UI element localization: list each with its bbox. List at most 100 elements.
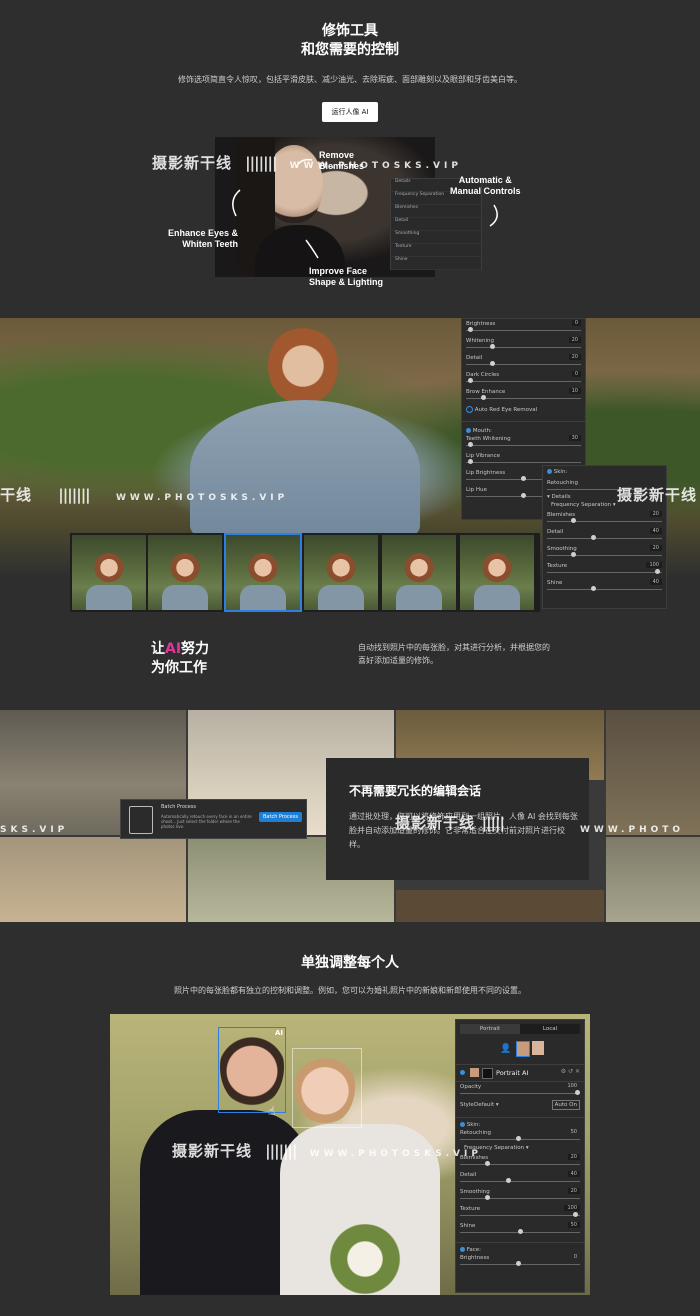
auto-on-button[interactable]: Auto On (551, 1100, 580, 1110)
thumbnail-4[interactable] (304, 535, 378, 610)
section-individual-adjust: 单独调整每个人 照片中的每张脸都有独立的控制和调整。例如，您可以为婚礼照片中的新… (0, 954, 700, 996)
add-person-icon[interactable]: 👤 (500, 1044, 511, 1054)
slider-track[interactable] (547, 589, 662, 590)
slider-value: 30 (568, 435, 581, 441)
slider-row-shine[interactable]: Shine 40 (543, 578, 666, 595)
opacity-row[interactable]: Opacity 100 (456, 1082, 584, 1099)
cursor-hand-icon: ☝ (268, 1104, 276, 1118)
slider-knob[interactable] (506, 1178, 511, 1183)
slider-row-detail[interactable]: Detail 20 (462, 353, 585, 370)
slider-row-smoothing[interactable]: Smoothing 20 (543, 544, 666, 561)
watermark-collage-right: WWW.PHOTO (580, 825, 685, 835)
slider-knob[interactable] (468, 327, 474, 332)
slider-track[interactable] (460, 1181, 580, 1182)
slider-row-texture[interactable]: Texture 100 (456, 1204, 584, 1221)
ai-work-title: 让AI努力 为你工作 (151, 641, 210, 676)
layer-action-icons[interactable]: ⚙ ↺ ✕ (561, 1068, 580, 1075)
slider-row-detail[interactable]: Detail 40 (543, 527, 666, 544)
slider-knob[interactable] (485, 1161, 491, 1166)
face-detection-box-bride[interactable] (292, 1048, 362, 1128)
face-thumb-bride[interactable] (532, 1041, 544, 1055)
slider-row-blemishes[interactable]: Blemishes 20 (543, 510, 666, 527)
slider-row-detail[interactable]: Detail 40 (456, 1170, 584, 1187)
slider-track[interactable] (547, 521, 662, 522)
slider-track[interactable] (466, 445, 581, 446)
slider-row-shine[interactable]: Shine 50 (456, 1221, 584, 1238)
thumbnail-2[interactable] (148, 535, 222, 610)
thumbnail-5[interactable] (382, 535, 456, 610)
slider-knob[interactable] (591, 586, 596, 591)
slider-knob[interactable] (517, 1229, 523, 1234)
slider-knob[interactable] (521, 476, 526, 481)
slider-value: 20 (567, 1154, 580, 1160)
slider-track[interactable] (460, 1198, 580, 1199)
slider-knob[interactable] (485, 1195, 491, 1200)
slider-value: 20 (649, 545, 662, 551)
slider-track[interactable] (547, 572, 662, 573)
slider-knob[interactable] (571, 518, 577, 523)
slider-value: 40 (649, 528, 662, 534)
slider-track[interactable] (466, 330, 581, 331)
slider-knob[interactable] (654, 569, 660, 574)
red-eye-option[interactable]: Auto Red Eye Removal (462, 404, 585, 415)
slider-track[interactable] (466, 347, 581, 348)
watermark-collage: SKS.VIP (0, 825, 69, 835)
watermark-top: 摄影新干线 ||||||| WWW.PHOTOSKS.VIP (152, 154, 462, 172)
slider-knob[interactable] (572, 1212, 578, 1217)
slider-value: 0 (571, 371, 581, 377)
face-brightness-row[interactable]: Brightness 0 (456, 1253, 584, 1270)
slider-track[interactable] (466, 364, 581, 365)
tab-portrait[interactable]: Portrait (460, 1024, 520, 1034)
batch-stack-icon (129, 806, 153, 834)
batch-process-desc: Automatically retouch every face in an e… (161, 814, 252, 829)
face-selector: 👤 (456, 1038, 584, 1064)
ai-badge: AI (274, 1029, 283, 1037)
slider-track[interactable] (547, 555, 662, 556)
watermark-collage-center: 摄影新干线 ||||| (395, 814, 505, 832)
annotation-arrows (232, 158, 498, 259)
slider-knob[interactable] (468, 442, 474, 447)
slider-track[interactable] (466, 381, 581, 382)
slider-value: 20 (567, 1188, 580, 1194)
thumbnail-1[interactable] (72, 535, 146, 610)
style-row: Style Default ▾ Auto On (456, 1099, 584, 1113)
tab-local[interactable]: Local (520, 1024, 580, 1034)
slider-track[interactable] (460, 1215, 580, 1216)
slider-row-texture[interactable]: Texture 100 (543, 561, 666, 578)
batch-process-button[interactable]: Batch Process (259, 812, 302, 822)
slider-value: 0 (571, 320, 581, 326)
slider-knob[interactable] (490, 361, 496, 366)
layer-row[interactable]: Portrait AI ⚙ ↺ ✕ (456, 1064, 584, 1082)
slider-row-dark-circles[interactable]: Dark Circles 0 (462, 370, 585, 387)
style-dropdown[interactable]: Default ▾ (474, 1102, 499, 1108)
thumbnail-3[interactable] (224, 533, 302, 612)
slider-row-brow-enhance[interactable]: Brow Enhance 10 (462, 387, 585, 404)
slider-row-teeth-whitening[interactable]: Teeth Whitening 30 (462, 434, 585, 451)
slider-label: Shine (460, 1223, 476, 1229)
thumbnail-6[interactable] (460, 535, 534, 610)
slider-value: 20 (568, 354, 581, 360)
slider-track[interactable] (466, 462, 581, 463)
slider-knob[interactable] (591, 535, 596, 540)
slider-track[interactable] (547, 538, 662, 539)
slider-knob[interactable] (468, 378, 474, 383)
slider-value: 20 (649, 511, 662, 517)
ai-highlight: AI (165, 641, 182, 657)
skin-header: Skin: (543, 466, 666, 478)
slider-knob[interactable] (521, 493, 526, 498)
slider-label: Detail (460, 1172, 477, 1178)
slider-label: Brow Enhance (466, 389, 506, 395)
slider-value: 20 (568, 337, 581, 343)
slider-knob[interactable] (571, 552, 577, 557)
slider-knob[interactable] (468, 459, 474, 464)
face-thumb-groom[interactable] (516, 1041, 530, 1057)
slider-row-whitening[interactable]: Whitening 20 (462, 336, 585, 353)
batch-card-title: 不再需要冗长的编辑会话 (349, 784, 482, 798)
slider-track[interactable] (460, 1164, 580, 1165)
slider-knob[interactable] (490, 344, 496, 349)
slider-row-brightness[interactable]: Brightness 0 (462, 319, 585, 336)
layer-name: Portrait AI (496, 1069, 529, 1077)
slider-knob[interactable] (481, 395, 487, 400)
slider-row-smoothing[interactable]: Smoothing 20 (456, 1187, 584, 1204)
face-detection-box-groom[interactable]: AI (218, 1027, 286, 1113)
